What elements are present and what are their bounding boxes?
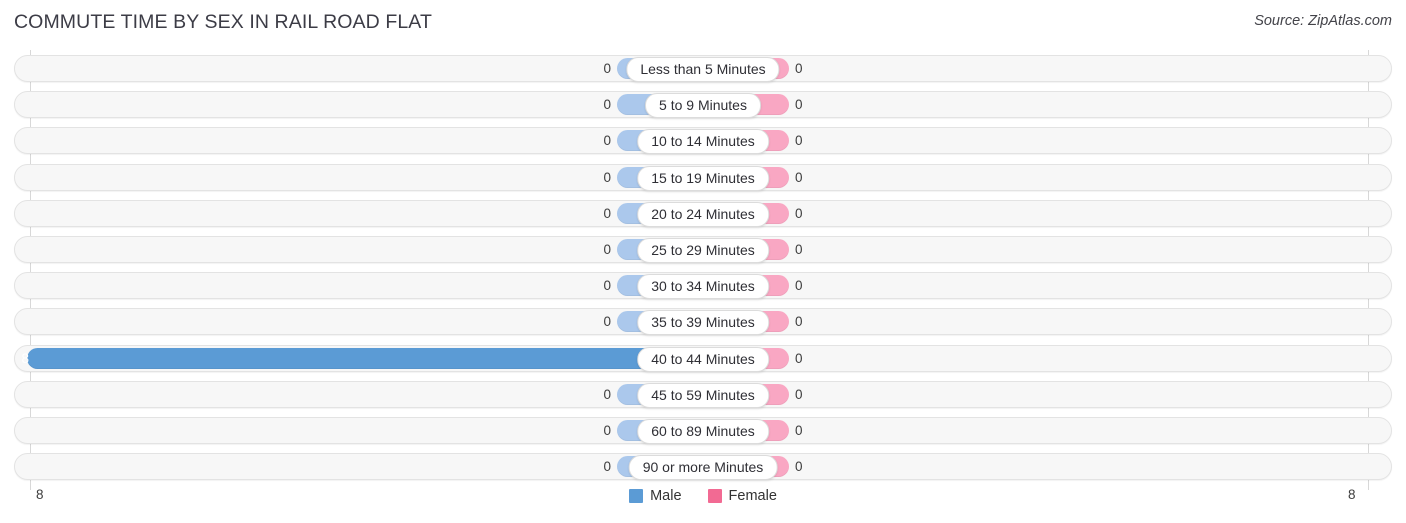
page-title: COMMUTE TIME BY SEX IN RAIL ROAD FLAT <box>14 11 432 33</box>
row-category-label: 15 to 19 Minutes <box>637 165 769 191</box>
male-bar[interactable] <box>27 347 703 369</box>
row-category-label: 40 to 44 Minutes <box>637 346 769 372</box>
female-value-label: 0 <box>795 350 803 366</box>
table-row[interactable]: 0 0 60 to 89 Minutes <box>14 417 1392 444</box>
female-value-label: 0 <box>795 386 803 402</box>
legend-item-female[interactable]: Female <box>707 488 777 504</box>
row-category-label: 5 to 9 Minutes <box>645 93 761 119</box>
female-value-label: 0 <box>795 423 803 438</box>
plot-area: 0 0 Less than 5 Minutes 0 0 5 to 9 Minutes 0 0 1… <box>0 50 1406 490</box>
male-value-label: 0 <box>603 423 611 438</box>
row-category-label: 20 to 24 Minutes <box>637 201 769 227</box>
female-value-label: 0 <box>795 169 803 185</box>
row-category-label: 90 or more Minutes <box>628 455 778 481</box>
female-value-label: 0 <box>795 278 803 294</box>
male-value-label: 0 <box>603 61 611 76</box>
male-value-label: 0 <box>603 386 611 402</box>
female-value-label: 0 <box>795 205 803 221</box>
chart-header: COMMUTE TIME BY SEX IN RAIL ROAD FLAT So… <box>0 0 1406 46</box>
female-value-label: 0 <box>795 61 803 76</box>
male-value-label: 0 <box>603 169 611 185</box>
table-row[interactable]: 0 0 10 to 14 Minutes <box>14 127 1392 155</box>
table-row[interactable]: 0 0 45 to 59 Minutes <box>14 380 1392 408</box>
bar-rows: 0 0 Less than 5 Minutes 0 0 5 to 9 Minutes 0 0 1… <box>0 50 1406 484</box>
female-value-label: 0 <box>795 242 803 257</box>
male-value-label: 8 <box>21 350 29 366</box>
male-value-label: 0 <box>603 133 611 149</box>
female-value-label: 0 <box>795 97 803 113</box>
legend-swatch-icon <box>629 489 644 503</box>
female-value-label: 0 <box>795 459 803 475</box>
table-row[interactable]: 0 0 15 to 19 Minutes <box>14 163 1392 191</box>
legend-item-male[interactable]: Male <box>629 488 682 504</box>
table-row[interactable]: 0 0 90 or more Minutes <box>14 453 1392 481</box>
male-value-label: 0 <box>603 278 611 294</box>
legend-label: Female <box>728 488 777 504</box>
row-category-label: 25 to 29 Minutes <box>637 238 769 263</box>
row-category-label: Less than 5 Minutes <box>626 57 780 82</box>
legend-label: Male <box>650 488 682 504</box>
female-value-label: 0 <box>795 133 803 149</box>
table-row[interactable]: 0 0 35 to 39 Minutes <box>14 308 1392 336</box>
table-row[interactable]: 0 0 Less than 5 Minutes <box>14 55 1392 82</box>
male-value-label: 0 <box>603 459 611 475</box>
table-row[interactable]: 0 0 20 to 24 Minutes <box>14 199 1392 227</box>
chart-footer: 8 8 Male Female <box>0 484 1406 523</box>
female-value-label: 0 <box>795 314 803 330</box>
row-category-label: 10 to 14 Minutes <box>637 129 769 155</box>
source-attribution: Source: ZipAtlas.com <box>1254 13 1392 29</box>
male-value-label: 0 <box>603 97 611 113</box>
row-category-label: 45 to 59 Minutes <box>637 382 769 408</box>
male-value-label: 0 <box>603 205 611 221</box>
table-row[interactable]: 0 0 25 to 29 Minutes <box>14 236 1392 263</box>
row-category-label: 30 to 34 Minutes <box>637 274 769 300</box>
row-category-label: 35 to 39 Minutes <box>637 310 769 336</box>
male-value-label: 0 <box>603 242 611 257</box>
table-row[interactable]: 0 0 5 to 9 Minutes <box>14 91 1392 119</box>
table-row[interactable]: 8 0 40 to 44 Minutes <box>14 344 1392 372</box>
commute-time-chart: COMMUTE TIME BY SEX IN RAIL ROAD FLAT So… <box>0 0 1406 523</box>
legend-swatch-icon <box>707 489 722 503</box>
male-value-label: 0 <box>603 314 611 330</box>
table-row[interactable]: 0 0 30 to 34 Minutes <box>14 272 1392 300</box>
chart-legend: Male Female <box>0 488 1406 504</box>
row-category-label: 60 to 89 Minutes <box>637 419 769 444</box>
